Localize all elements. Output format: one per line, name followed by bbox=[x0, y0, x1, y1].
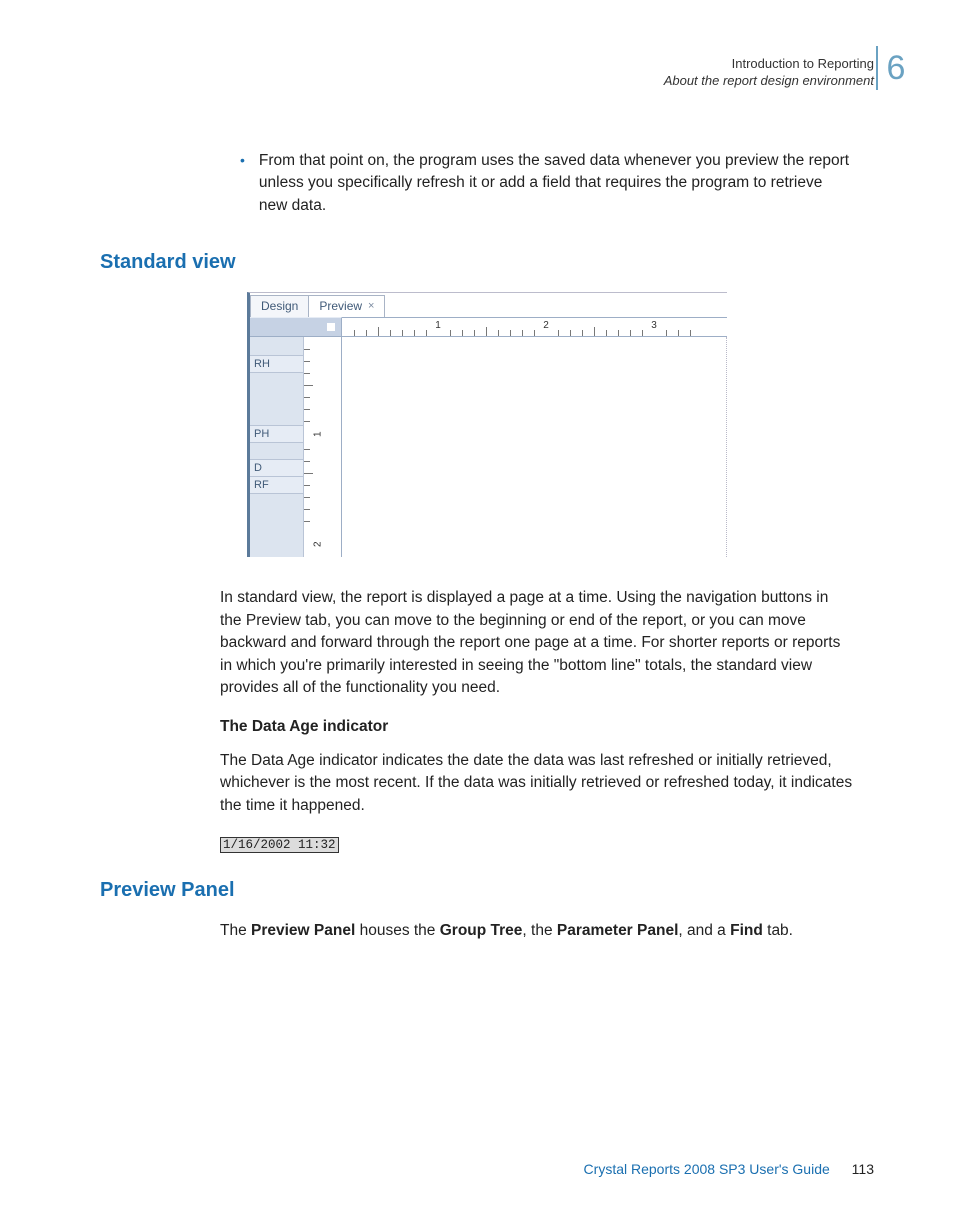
header-chapter-title: Introduction to Reporting bbox=[664, 56, 874, 71]
p3-bold-group-tree: Group Tree bbox=[440, 922, 523, 939]
p3-bold-parameter-panel: Parameter Panel bbox=[557, 922, 679, 939]
header-section-title: About the report design environment bbox=[664, 73, 874, 88]
heading-preview-panel: Preview Panel bbox=[100, 879, 874, 902]
paragraph-preview-panel: The Preview Panel houses the Group Tree,… bbox=[220, 920, 854, 942]
ruler-mark-3: 3 bbox=[651, 320, 657, 331]
paragraph-data-age: The Data Age indicator indicates the dat… bbox=[220, 750, 854, 817]
bullet-item: • From that point on, the program uses t… bbox=[240, 150, 854, 217]
tab-preview-label: Preview bbox=[319, 299, 362, 313]
footer-page-number: 113 bbox=[852, 1161, 874, 1177]
section-column: RH PH D RF bbox=[250, 337, 304, 557]
section-d[interactable]: D bbox=[250, 459, 303, 477]
p3-text-4: , and a bbox=[678, 922, 730, 939]
design-preview-screenshot: Design Preview × bbox=[247, 292, 727, 557]
body: • From that point on, the program uses t… bbox=[100, 150, 874, 943]
design-canvas-row: RH PH D RF 1 bbox=[250, 337, 727, 557]
bullet-marker: • bbox=[240, 150, 245, 217]
figure-standard-view: Design Preview × bbox=[100, 292, 874, 557]
timestamp-figure: 1/16/2002 11:32 bbox=[100, 835, 874, 853]
section-rh[interactable]: RH bbox=[250, 355, 303, 373]
horizontal-ruler-row: 1 2 bbox=[250, 317, 727, 337]
heading-data-age: The Data Age indicator bbox=[220, 718, 874, 736]
heading-standard-view: Standard view bbox=[100, 251, 874, 274]
page-header: Introduction to Reporting About the repo… bbox=[664, 56, 874, 90]
chapter-number: 6 bbox=[887, 49, 906, 88]
paragraph-standard-view: In standard view, the report is displaye… bbox=[220, 587, 854, 699]
page-footer: Crystal Reports 2008 SP3 User's Guide 11… bbox=[584, 1161, 874, 1177]
vruler-mark-2: 2 bbox=[313, 542, 324, 548]
footer-title: Crystal Reports 2008 SP3 User's Guide bbox=[584, 1161, 830, 1177]
tab-strip: Design Preview × bbox=[250, 293, 727, 317]
ruler-mark-2: 2 bbox=[543, 320, 549, 331]
data-age-timestamp: 1/16/2002 11:32 bbox=[220, 837, 339, 853]
tab-design[interactable]: Design bbox=[250, 295, 309, 317]
close-icon[interactable]: × bbox=[368, 300, 374, 312]
report-canvas[interactable] bbox=[342, 337, 727, 557]
p3-bold-find: Find bbox=[730, 922, 763, 939]
vertical-ruler[interactable]: 1 2 bbox=[304, 337, 342, 557]
horizontal-ruler[interactable]: 1 2 bbox=[342, 317, 727, 337]
p3-text-5: tab. bbox=[763, 922, 793, 939]
ruler-mark-1: 1 bbox=[435, 320, 441, 331]
tab-preview[interactable]: Preview × bbox=[308, 295, 385, 317]
p3-text-1: The bbox=[220, 922, 251, 939]
section-ph[interactable]: PH bbox=[250, 425, 303, 443]
section-rf[interactable]: RF bbox=[250, 477, 303, 494]
page-root: Introduction to Reporting About the repo… bbox=[0, 0, 954, 1227]
bullet-text: From that point on, the program uses the… bbox=[259, 150, 854, 217]
p3-text-2: houses the bbox=[355, 922, 439, 939]
vruler-mark-1: 1 bbox=[313, 432, 324, 438]
ruler-corner bbox=[250, 317, 342, 337]
chapter-number-box: 6 bbox=[876, 46, 914, 90]
p3-text-3: , the bbox=[522, 922, 556, 939]
p3-bold-preview-panel: Preview Panel bbox=[251, 922, 355, 939]
tab-design-label: Design bbox=[261, 299, 298, 313]
